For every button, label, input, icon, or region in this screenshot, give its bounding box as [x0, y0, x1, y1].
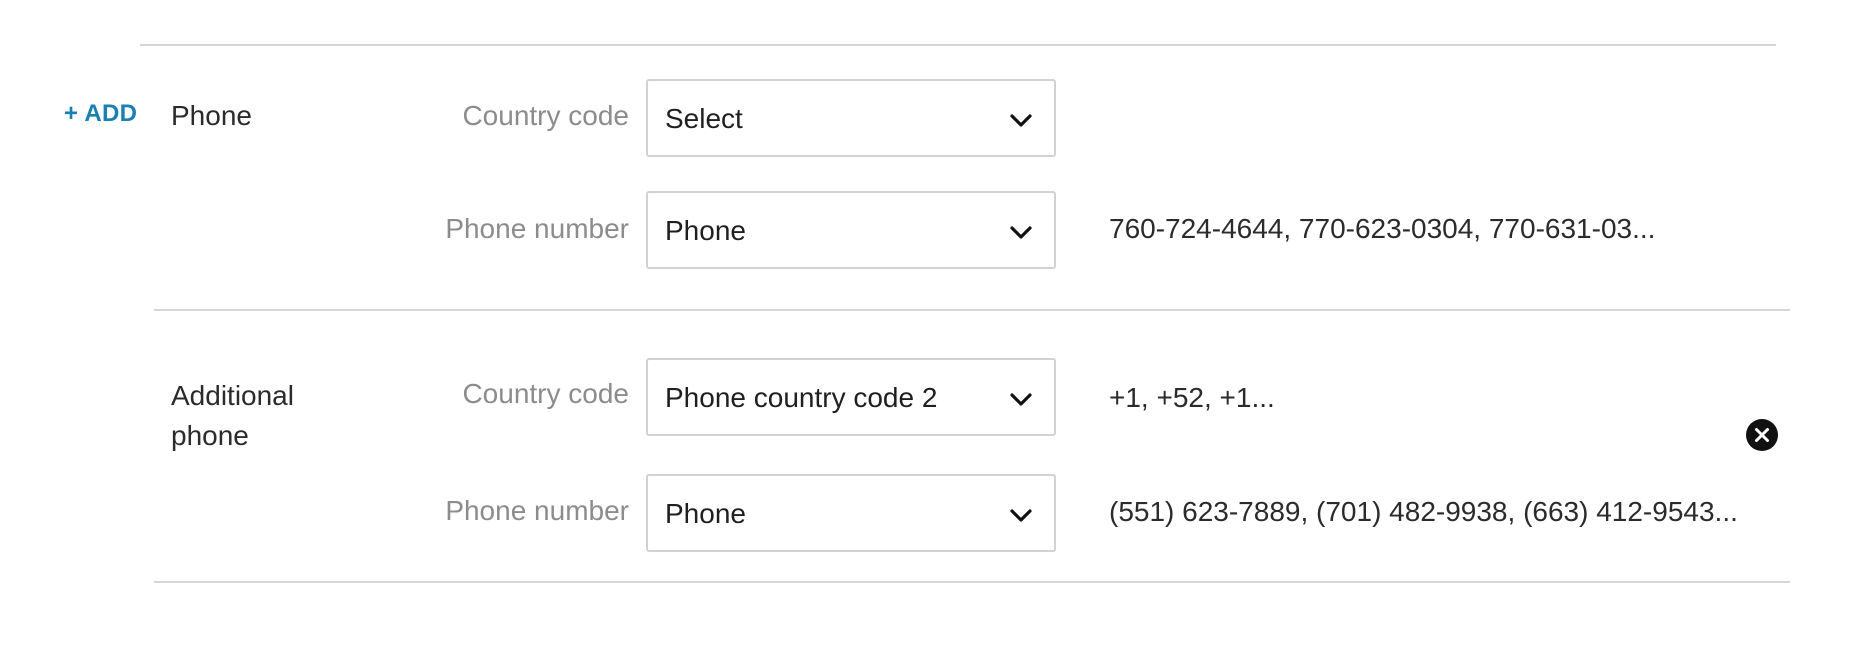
chevron-down-icon [1010, 509, 1032, 522]
close-circle-icon[interactable] [1746, 419, 1778, 451]
chevron-down-icon [1010, 226, 1032, 239]
section-divider [154, 309, 1790, 311]
select-value: Phone [665, 215, 746, 246]
phone-number-label: Phone number [445, 495, 629, 526]
chevron-down-icon [1010, 393, 1032, 406]
phone-number-select[interactable]: Phone [646, 474, 1056, 552]
country-code-select[interactable]: Phone country code 2 [646, 358, 1056, 436]
select-value: Phone country code 2 [665, 382, 938, 413]
phone-number-label: Phone number [445, 213, 629, 244]
phone-number-preview: (551) 623-7889, (701) 482-9938, (663) 41… [1109, 496, 1738, 527]
field-mapping-page: + ADD Phone Country code Select Phone nu… [0, 0, 1850, 656]
country-code-label: Country code [462, 100, 629, 131]
phone-number-select[interactable]: Phone [646, 191, 1056, 269]
section-title-additional-phone: Additional phone [171, 380, 294, 451]
country-code-label: Country code [462, 378, 629, 409]
country-code-preview: +1, +52, +1... [1109, 382, 1275, 413]
section-title-phone: Phone [171, 100, 252, 131]
add-phone-link[interactable]: + ADD [64, 100, 137, 128]
bottom-divider [154, 581, 1790, 583]
chevron-down-icon [1010, 114, 1032, 127]
select-value: Phone [665, 498, 746, 529]
top-divider [140, 44, 1776, 46]
phone-number-preview: 760-724-4644, 770-623-0304, 770-631-03..… [1109, 213, 1656, 244]
select-value: Select [665, 103, 743, 134]
country-code-select[interactable]: Select [646, 79, 1056, 157]
